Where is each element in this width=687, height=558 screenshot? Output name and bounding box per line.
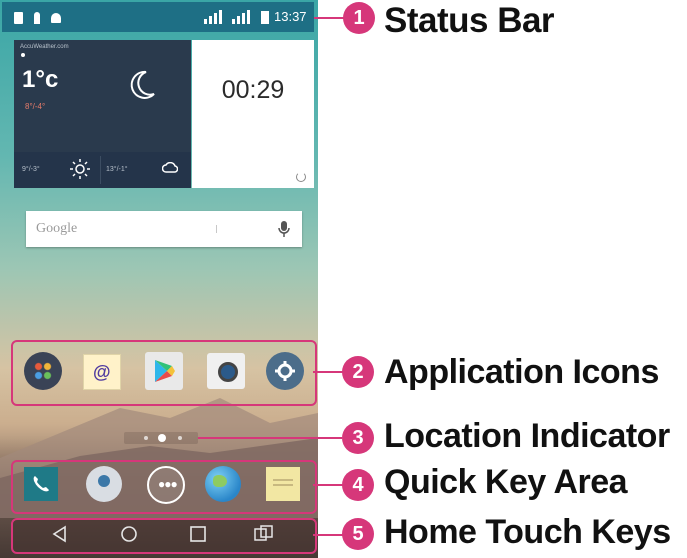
dual-window-icon[interactable] [252,524,276,544]
settings-icon[interactable] [266,352,304,390]
contacts-icon[interactable] [86,466,122,502]
search-divider [216,225,217,233]
clock-widget[interactable]: 00:29 [192,40,314,188]
back-icon[interactable] [50,524,70,544]
forecast-divider [100,156,101,184]
gear-icon [275,361,295,381]
callout-line-2 [313,371,345,373]
callout-badge-3: 3 [342,422,374,454]
forecast-temp-2: 13°/-1° [106,166,128,173]
weather-widget[interactable]: AccuWeather.com 1°c 8°/-4° 9°/-3° 13°/-1… [14,40,191,188]
play-triangle-icon [155,360,175,382]
battery-icon [261,11,269,24]
status-bar[interactable]: 13:37 [2,2,314,32]
forecast-temp-1: 9°/-3° [22,166,40,173]
email-icon[interactable]: @ [83,354,121,390]
callout-line-3 [198,437,342,439]
status-time: 13:37 [274,9,307,24]
callout-label-application-icons: Application Icons [384,353,659,391]
callout-line-4 [313,484,345,486]
callout-badge-4: 4 [342,469,374,501]
page-dot-active[interactable] [158,434,166,442]
phone-handset-icon [33,476,49,492]
weather-forecast: 9°/-3° 13°/-1° [14,152,191,188]
current-temperature: 1°c [22,66,59,93]
signal-strength-icon-2 [232,10,250,24]
weather-source: AccuWeather.com [20,44,69,50]
google-search-text: Google [36,221,78,236]
phone-icon[interactable] [24,467,58,501]
android-debug-icon [51,13,61,23]
sim-notification-icon [14,12,23,24]
callout-label-status-bar: Status Bar [384,1,555,40]
page-dot[interactable] [144,436,148,440]
usb-icon [34,12,40,24]
dots-grid-icon: ●●● [158,477,178,491]
refresh-icon[interactable] [296,172,306,182]
location-pin-icon [21,53,25,57]
app-folder-icon[interactable] [24,352,62,390]
recent-apps-icon[interactable] [188,524,208,544]
temperature-range: 8°/-4° [25,102,46,111]
apps-drawer-icon[interactable]: ●●● [147,466,185,504]
sun-icon [70,159,90,179]
callout-badge-2: 2 [342,356,374,388]
google-search-bar[interactable]: Google [26,211,302,247]
callout-line-5 [313,534,345,536]
camera-icon[interactable] [207,353,245,389]
play-store-icon[interactable] [145,352,183,390]
callout-label-quick-key-area: Quick Key Area [384,463,628,501]
callout-badge-5: 5 [342,518,374,550]
microphone-icon[interactable] [278,219,290,239]
callout-label-home-touch-keys: Home Touch Keys [384,513,671,551]
home-icon[interactable] [119,524,139,544]
moon-icon [130,70,155,99]
browser-icon[interactable] [205,466,241,502]
cloud-icon [162,162,178,173]
memo-icon[interactable] [266,467,300,501]
clock-time: 00:29 [221,76,285,104]
phone-home-screen: 13:37 AccuWeather.com 1°c 8°/-4° 9°/-3° … [0,0,318,558]
signal-strength-icon [204,10,222,24]
callout-label-location-indicator: Location Indicator [384,417,670,455]
callout-badge-1: 1 [343,2,375,34]
at-sign-icon: @ [93,362,111,382]
page-dot[interactable] [178,436,182,440]
